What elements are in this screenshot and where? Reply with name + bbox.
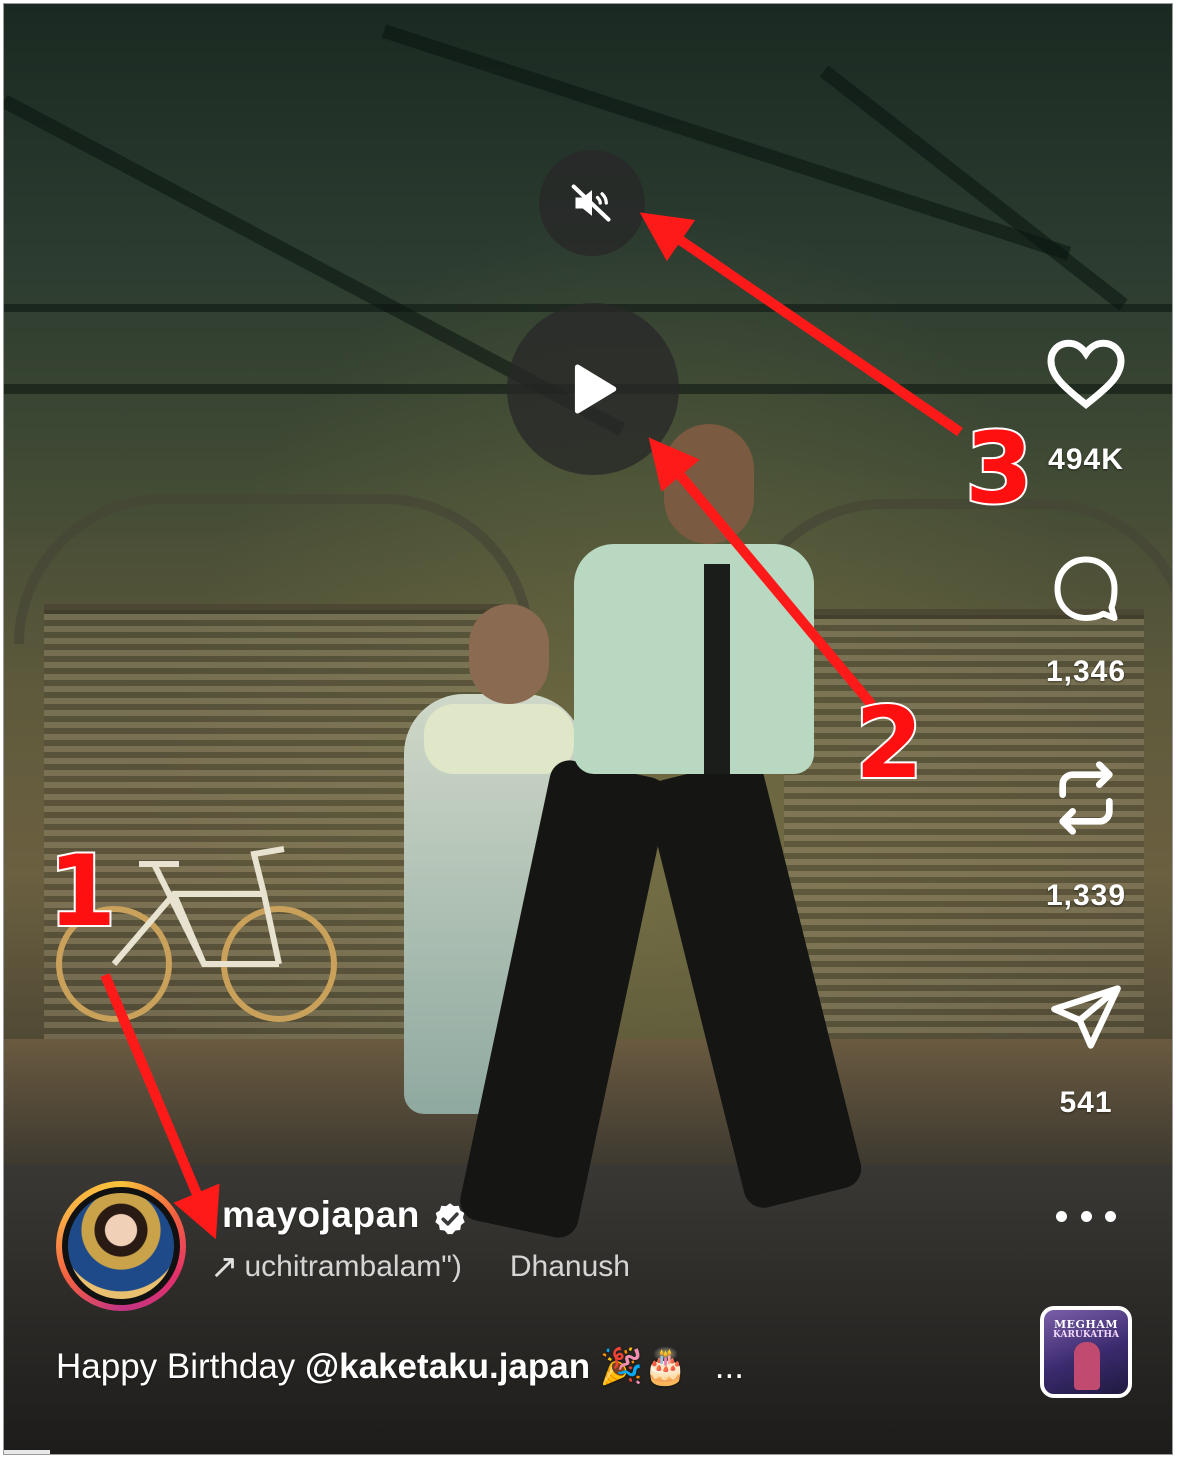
caption-more[interactable]: ... bbox=[715, 1347, 744, 1386]
comment-group: 1,346 bbox=[1024, 552, 1148, 689]
avatar[interactable] bbox=[56, 1181, 186, 1311]
more-options-button[interactable] bbox=[1056, 1199, 1116, 1233]
comment-bubble-icon[interactable] bbox=[1048, 552, 1124, 624]
share-count: 541 bbox=[1059, 1086, 1113, 1119]
play-icon bbox=[574, 364, 617, 414]
caption-mention[interactable]: @kaketaku.japan bbox=[305, 1347, 590, 1386]
play-button[interactable] bbox=[507, 303, 679, 475]
reel-frame: 494K 1,346 1,339 541 MEGHAM KARUKATHA ma… bbox=[3, 3, 1173, 1455]
audio-title: uchitrambalam") bbox=[244, 1250, 462, 1283]
verified-badge-icon bbox=[435, 1203, 465, 1235]
annotation-label-3: 3 bbox=[963, 412, 1035, 526]
audio-art-subtitle: KARUKATHA bbox=[1053, 1330, 1119, 1340]
paper-plane-icon[interactable] bbox=[1046, 979, 1126, 1055]
like-count: 494K bbox=[1048, 443, 1124, 476]
more-dots-icon bbox=[1056, 1210, 1067, 1222]
annotation-label-1: 1 bbox=[46, 835, 118, 949]
progress-bar[interactable] bbox=[4, 1450, 50, 1454]
audio-thumbnail[interactable]: MEGHAM KARUKATHA bbox=[1040, 1306, 1132, 1398]
muted-speaker-icon bbox=[571, 184, 611, 222]
mute-button[interactable] bbox=[539, 150, 645, 256]
repost-count: 1,339 bbox=[1045, 879, 1127, 912]
audio-arrow-icon: ↗ bbox=[210, 1248, 239, 1286]
comment-count: 1,346 bbox=[1045, 655, 1127, 688]
caption-text: Happy Birthday bbox=[56, 1347, 306, 1386]
repost-icon[interactable] bbox=[1046, 756, 1126, 840]
audio-artist: Dhanush bbox=[509, 1250, 630, 1283]
heart-icon[interactable] bbox=[1044, 334, 1128, 412]
audio-track-link[interactable]: ↗ uchitrambalam") Dhanush bbox=[210, 1247, 700, 1287]
caption-emoji: 🎉🎂 bbox=[599, 1347, 688, 1386]
share-group: 541 bbox=[1024, 979, 1148, 1120]
annotation-label-2: 2 bbox=[853, 687, 925, 801]
caption[interactable]: Happy Birthday @kaketaku.japan 🎉🎂 ... bbox=[56, 1346, 744, 1387]
repost-group: 1,339 bbox=[1024, 756, 1148, 913]
username-link[interactable]: mayojapan bbox=[222, 1194, 420, 1236]
like-group: 494K bbox=[1024, 334, 1148, 477]
